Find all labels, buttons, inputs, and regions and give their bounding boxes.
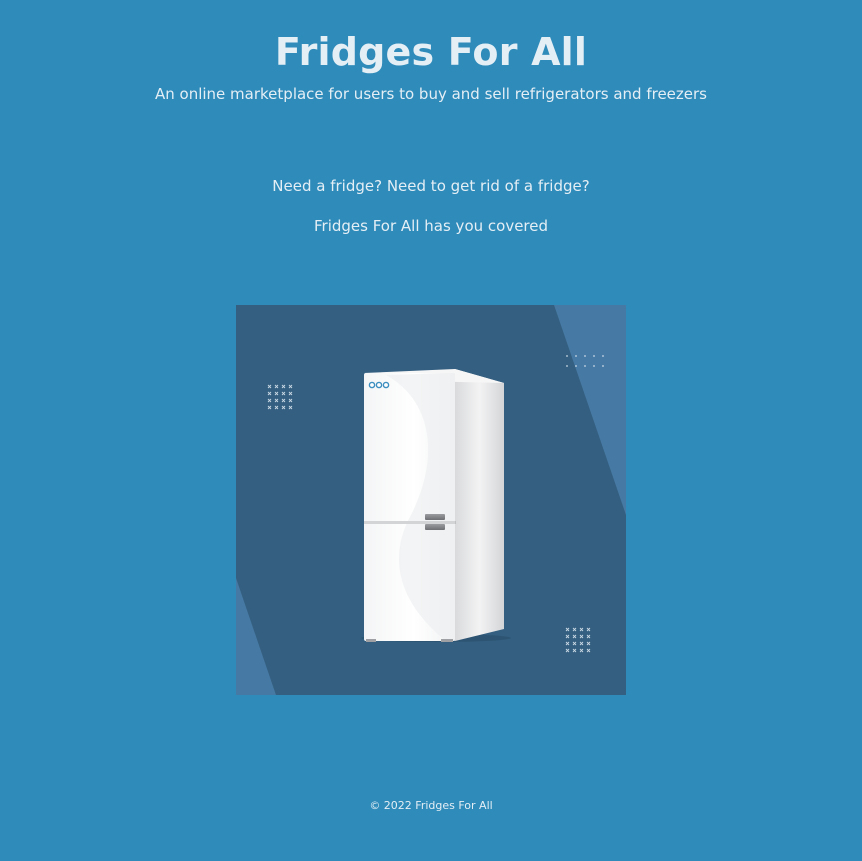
- site-tagline: An online marketplace for users to buy a…: [155, 85, 707, 103]
- site-header: Fridges For All An online marketplace fo…: [0, 28, 862, 104]
- diagonal-band-top-right: [554, 305, 626, 515]
- intro-question: Need a fridge? Need to get rid of a frid…: [272, 177, 590, 195]
- intro-statement: Fridges For All has you covered: [313, 217, 549, 235]
- fridge-icon: [361, 369, 511, 642]
- site-title: Fridges For All: [274, 30, 588, 74]
- intro-section: Need a fridge? Need to get rid of a frid…: [0, 176, 862, 236]
- hero-image: [236, 305, 626, 695]
- x-pattern-icon: [565, 627, 591, 653]
- fridge-illustration: [236, 305, 626, 695]
- site-footer: © 2022 Fridges For All: [0, 798, 862, 814]
- copyright-text: © 2022 Fridges For All: [369, 799, 493, 812]
- x-pattern-icon: [267, 384, 293, 410]
- diagonal-band-bottom-left: [236, 578, 276, 695]
